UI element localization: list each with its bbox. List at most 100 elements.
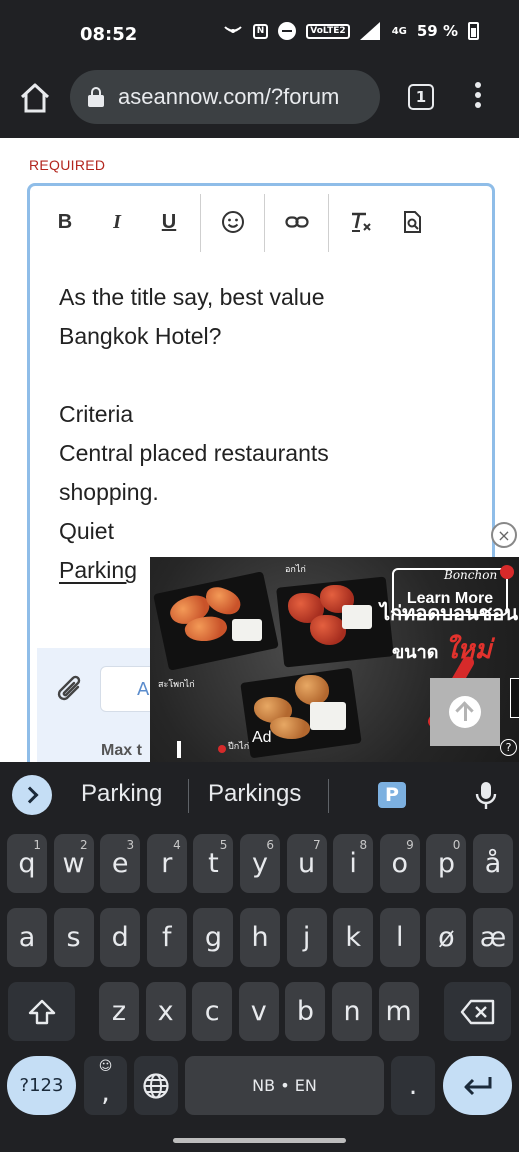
key-label: m — [385, 996, 412, 1027]
scroll-to-top-button[interactable] — [430, 678, 500, 746]
chevron-right-icon[interactable] — [12, 775, 52, 815]
emoji-icon[interactable] — [218, 208, 248, 236]
editor-text[interactable]: As the title say, best value Bangkok Hot… — [59, 278, 469, 590]
key-label: p — [437, 848, 455, 879]
key-label: z — [111, 996, 127, 1027]
globe-key[interactable] — [134, 1056, 178, 1115]
key-ø[interactable]: ø — [426, 908, 467, 967]
text-line — [59, 356, 469, 395]
battery-icon — [468, 22, 479, 40]
key-f[interactable]: f — [146, 908, 187, 967]
shift-key[interactable] — [8, 982, 75, 1041]
key-æ[interactable]: æ — [473, 908, 513, 967]
suggestion-divider — [188, 779, 189, 813]
key-k[interactable]: k — [333, 908, 374, 967]
bold-button[interactable]: B — [50, 208, 80, 236]
key-b[interactable]: b — [285, 982, 326, 1041]
text-line: Criteria — [59, 401, 134, 427]
key-g[interactable]: g — [193, 908, 234, 967]
brand-mark — [500, 565, 514, 579]
signal-icon — [359, 22, 382, 40]
key-label: s — [66, 922, 81, 953]
clear-format-icon[interactable] — [346, 208, 376, 236]
key-r[interactable]: r4 — [146, 834, 187, 893]
key-label: h — [251, 922, 269, 953]
ad-subheadline: ขนาด ใหม่ — [392, 629, 492, 670]
url-text: aseannow.com/?forum — [118, 84, 340, 109]
address-bar[interactable]: aseannow.com/?forum — [70, 70, 380, 124]
key-i[interactable]: i8 — [333, 834, 374, 893]
key-y[interactable]: y6 — [240, 834, 280, 893]
volte-icon: VoLTE2 — [306, 23, 350, 39]
key-å[interactable]: å — [473, 834, 513, 893]
key-m[interactable]: m — [378, 982, 419, 1041]
ad-food-label: สะโพกไก่ — [158, 680, 195, 690]
more-menu-icon[interactable] — [470, 82, 486, 112]
key-label: ø — [438, 922, 455, 953]
video-ad[interactable]: อกไก่ สะโพกไก่ ปีกไก่ Learn More Bonchon… — [150, 557, 519, 762]
space-key[interactable]: NB • EN — [185, 1056, 384, 1115]
key-t[interactable]: t5 — [193, 834, 234, 893]
suggestion-1[interactable]: Parking — [81, 780, 162, 808]
radish — [310, 702, 346, 730]
pause-icon[interactable] — [177, 741, 191, 758]
radish — [342, 605, 372, 629]
key-c[interactable]: c — [192, 982, 233, 1041]
paperclip-icon[interactable] — [56, 673, 86, 709]
key-l[interactable]: l — [379, 908, 420, 967]
key-hint: 7 — [312, 838, 321, 852]
key-q[interactable]: q1 — [7, 834, 47, 893]
comma-key[interactable]: ☺ , — [84, 1056, 127, 1115]
underline-button[interactable]: U — [154, 208, 184, 236]
key-label: æ — [479, 922, 507, 953]
parking-emoji-icon[interactable]: P — [378, 782, 406, 808]
key-x[interactable]: x — [145, 982, 186, 1041]
browser-toolbar: aseannow.com/?forum 1 — [0, 70, 519, 138]
key-hint: 5 — [219, 838, 228, 852]
key-label: r — [161, 848, 173, 879]
key-hint: 6 — [266, 838, 274, 852]
ad-side-tab — [510, 678, 519, 718]
emoji-hint-icon: ☺ — [98, 1059, 113, 1074]
key-hint: 8 — [359, 838, 368, 852]
backspace-key[interactable] — [444, 982, 511, 1041]
key-w[interactable]: w2 — [53, 834, 94, 893]
tab-switcher-button[interactable]: 1 — [408, 84, 434, 110]
preview-icon[interactable] — [398, 208, 428, 236]
enter-key[interactable] — [443, 1056, 512, 1115]
key-label: t — [208, 848, 219, 879]
key-j[interactable]: j — [286, 908, 327, 967]
key-p[interactable]: p0 — [426, 834, 467, 893]
key-z[interactable]: z — [99, 982, 139, 1041]
key-s[interactable]: s — [53, 908, 94, 967]
symbols-key[interactable]: ?123 — [7, 1056, 76, 1115]
key-h[interactable]: h — [240, 908, 280, 967]
chicken-piece — [310, 615, 346, 645]
microphone-icon[interactable] — [474, 780, 498, 812]
key-n[interactable]: n — [332, 982, 372, 1041]
text-line: Quiet — [59, 518, 114, 544]
key-d[interactable]: d — [100, 908, 141, 967]
gesture-nav-bar[interactable] — [173, 1138, 346, 1143]
toolbar-divider — [264, 194, 265, 252]
nfc-icon: N — [252, 23, 269, 39]
key-label: c — [204, 996, 220, 1027]
key-u[interactable]: u7 — [286, 834, 327, 893]
close-ad-button[interactable]: × — [491, 522, 517, 548]
ad-subheadline-accent: ใหม่ — [444, 635, 492, 665]
key-a[interactable]: a — [7, 908, 47, 967]
key-v[interactable]: v — [238, 982, 279, 1041]
key-label: e — [111, 848, 129, 879]
required-label: REQUIRED — [29, 157, 106, 173]
link-icon[interactable] — [282, 208, 312, 236]
ad-info-icon[interactable]: ? — [500, 739, 517, 756]
key-o[interactable]: o9 — [379, 834, 420, 893]
text-line: As the title say, best value — [59, 284, 325, 310]
italic-button[interactable]: I — [102, 208, 132, 236]
home-icon[interactable] — [18, 82, 54, 118]
key-e[interactable]: e3 — [100, 834, 141, 893]
suggestion-2[interactable]: Parkings — [208, 780, 301, 808]
period-key[interactable]: . — [391, 1056, 435, 1115]
do-not-disturb-icon — [278, 22, 297, 40]
ad-headline: ไก่ทอดบอนชอน — [380, 601, 518, 625]
